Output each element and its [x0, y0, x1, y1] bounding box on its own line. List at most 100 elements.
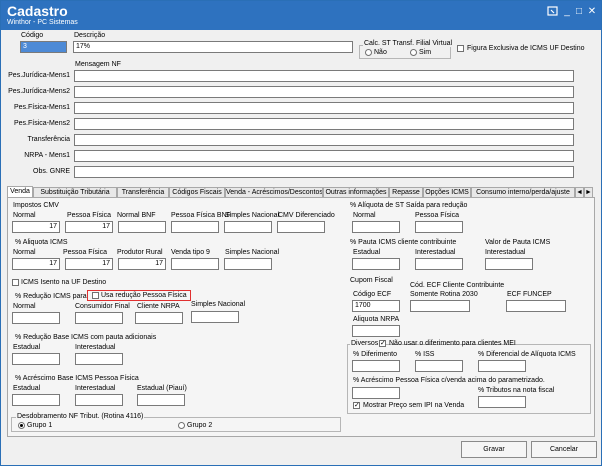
help-icon[interactable] [546, 6, 558, 17]
usa-reducao-checkbox[interactable] [92, 292, 99, 299]
ab-estadual-input[interactable] [12, 394, 60, 406]
msg-input-nrpa[interactable] [74, 150, 574, 162]
maximize-button[interactable]: □ [573, 6, 585, 17]
rb-interestadual-label: Interestadual [75, 344, 116, 351]
acrescimo-base-label: % Acréscimo Base ICMS Pessoa Física [15, 375, 139, 382]
ecf-funcep-input[interactable] [506, 300, 566, 312]
diferencial-aliquota-label: % Diferencial de Alíquota ICMS [478, 351, 576, 358]
iss-input[interactable] [415, 360, 463, 372]
acrescimo-pf-label: % Acréscimo Pessoa Física c/venda acima … [353, 377, 545, 384]
aliq-simples-nacional-input[interactable] [224, 258, 272, 270]
cmv-diferenciado-input[interactable] [277, 221, 325, 233]
ab-estadual-piaui-label: Estadual (Piauí) [137, 385, 187, 392]
pauta-interestadual-input[interactable] [415, 258, 463, 270]
aliquota-nrpa-input[interactable] [352, 325, 400, 337]
cadastro-window: Cadastro Winthor - PC Sistemas _ □ ✕ Cód… [0, 0, 602, 466]
grupo2-radio[interactable] [178, 422, 185, 429]
msg-label-nrpa: NRPA - Mens1 [24, 152, 70, 159]
cmv-pessoa-fisica-bnf-input[interactable] [171, 221, 219, 233]
red-consumidor-final-input[interactable] [75, 312, 123, 324]
msg-input-gnre[interactable] [74, 166, 574, 178]
valor-pauta-label: Valor de Pauta ICMS [485, 239, 551, 246]
red-simples-nacional-input[interactable] [191, 311, 239, 323]
red-normal-label: Normal [13, 303, 36, 310]
red-simples-nacional-label: Simples Nacional [191, 301, 246, 308]
mostrar-preco-label: Mostrar Preço sem IPI na Venda [363, 402, 465, 409]
red-cliente-nrpa-label: Cliente NRPA [137, 303, 180, 310]
codigo-ecf-label: Código ECF [353, 291, 392, 298]
calc-st-group [359, 45, 451, 59]
nao-diferimento-checkbox[interactable]: ✓ [379, 340, 386, 347]
tributos-nota-label: % Tributos na nota fiscal [478, 387, 555, 394]
calc-st-nao-label: Não [374, 49, 387, 56]
cmv-normal-label: Normal [13, 212, 36, 219]
icms-isento-checkbox[interactable] [12, 279, 19, 286]
calc-st-sim-label: Sim [419, 49, 432, 56]
aliq-produtor-rural-input[interactable]: 17 [118, 258, 166, 270]
title-bar: Cadastro Winthor - PC Sistemas _ □ ✕ [1, 1, 601, 30]
codigo-input[interactable]: 3 [20, 41, 67, 53]
cod-ecf-contrib-label: Cód. ECF Cliente Contribuinte [410, 282, 505, 289]
msg-input-pf2[interactable] [74, 118, 574, 130]
red-normal-input[interactable] [12, 312, 60, 324]
rb-estadual-label: Estadual [13, 344, 41, 351]
msg-input-transferencia[interactable] [74, 134, 574, 146]
aliq-simples-nacional-label: Simples Nacional [225, 249, 280, 256]
msg-label-transferencia: Transferência [27, 136, 70, 143]
codigo-label: Código [21, 32, 44, 39]
diferencial-aliquota-input[interactable] [478, 360, 526, 372]
msg-input-pf1[interactable] [74, 102, 574, 114]
calc-st-nao-radio[interactable] [365, 49, 372, 56]
figura-exclusiva-label: Figura Exclusiva de ICMS UF Destino [467, 45, 585, 52]
pauta-icms-label: % Pauta ICMS cliente contribuinte [350, 239, 457, 246]
pauta-estadual-input[interactable] [352, 258, 400, 270]
tributos-nota-input[interactable] [478, 396, 526, 408]
diferimento-label: % Diferimento [353, 351, 397, 358]
cmv-normal-input[interactable]: 17 [12, 221, 60, 233]
figura-exclusiva-checkbox[interactable] [457, 45, 464, 52]
icms-isento-label: ICMS Isento na UF Destino [21, 279, 107, 286]
st-normal-input[interactable] [352, 221, 400, 233]
mostrar-preco-checkbox[interactable]: ✓ [353, 402, 360, 409]
diferimento-input[interactable] [352, 360, 400, 372]
valor-pauta-interestadual-label: Interestadual [485, 249, 526, 256]
codigo-ecf-input[interactable]: 1700 [352, 300, 400, 312]
rb-interestadual-input[interactable] [75, 353, 123, 365]
reducao-base-label: % Redução Base ICMS com pauta adicionais [15, 334, 157, 341]
cmv-simples-nacional-input[interactable] [224, 221, 272, 233]
ab-interestadual-input[interactable] [75, 394, 123, 406]
rb-estadual-input[interactable] [12, 353, 60, 365]
acrescimo-pf-input[interactable] [352, 387, 400, 399]
aliq-pessoa-fisica-input[interactable]: 17 [65, 258, 113, 270]
window-subtitle: Winthor - PC Sistemas [7, 19, 78, 26]
aliq-pessoa-fisica-label: Pessoa Física [63, 249, 107, 256]
valor-pauta-interestadual-input[interactable] [485, 258, 533, 270]
close-button[interactable]: ✕ [586, 6, 598, 17]
msg-input-pj1[interactable] [74, 70, 574, 82]
grupo2-label: Grupo 2 [187, 422, 213, 429]
red-cliente-nrpa-input[interactable] [135, 312, 183, 324]
grupo1-radio[interactable] [18, 422, 25, 429]
gravar-button[interactable]: Gravar [461, 441, 527, 458]
cmv-pessoa-fisica-input[interactable]: 17 [65, 221, 113, 233]
cmv-normal-bnf-input[interactable] [118, 221, 166, 233]
msg-label-pj2: Pes.Jurídica-Mens2 [8, 88, 70, 95]
minimize-button[interactable]: _ [561, 6, 573, 17]
cancelar-button[interactable]: Cancelar [531, 441, 597, 458]
usa-reducao-label: Usa redução Pessoa Física [101, 292, 187, 299]
ab-estadual-piaui-input[interactable] [137, 394, 185, 406]
descricao-input[interactable]: 17% [73, 41, 353, 53]
aliq-venda-tipo9-label: Venda tipo 9 [171, 249, 210, 256]
aliq-normal-input[interactable]: 17 [12, 258, 60, 270]
calc-st-sim-radio[interactable] [410, 49, 417, 56]
msg-input-pj2[interactable] [74, 86, 574, 98]
aliq-venda-tipo9-input[interactable] [171, 258, 219, 270]
st-normal-label: Normal [353, 212, 376, 219]
cod-ecf-contrib-input[interactable] [410, 300, 470, 312]
pauta-interestadual-label: Interestadual [415, 249, 456, 256]
window-title: Cadastro [7, 3, 68, 19]
iss-label: % ISS [415, 351, 435, 358]
aliq-normal-label: Normal [13, 249, 36, 256]
msg-label-pf1: Pes.Física-Mens1 [13, 104, 70, 111]
st-pessoa-fisica-input[interactable] [415, 221, 463, 233]
